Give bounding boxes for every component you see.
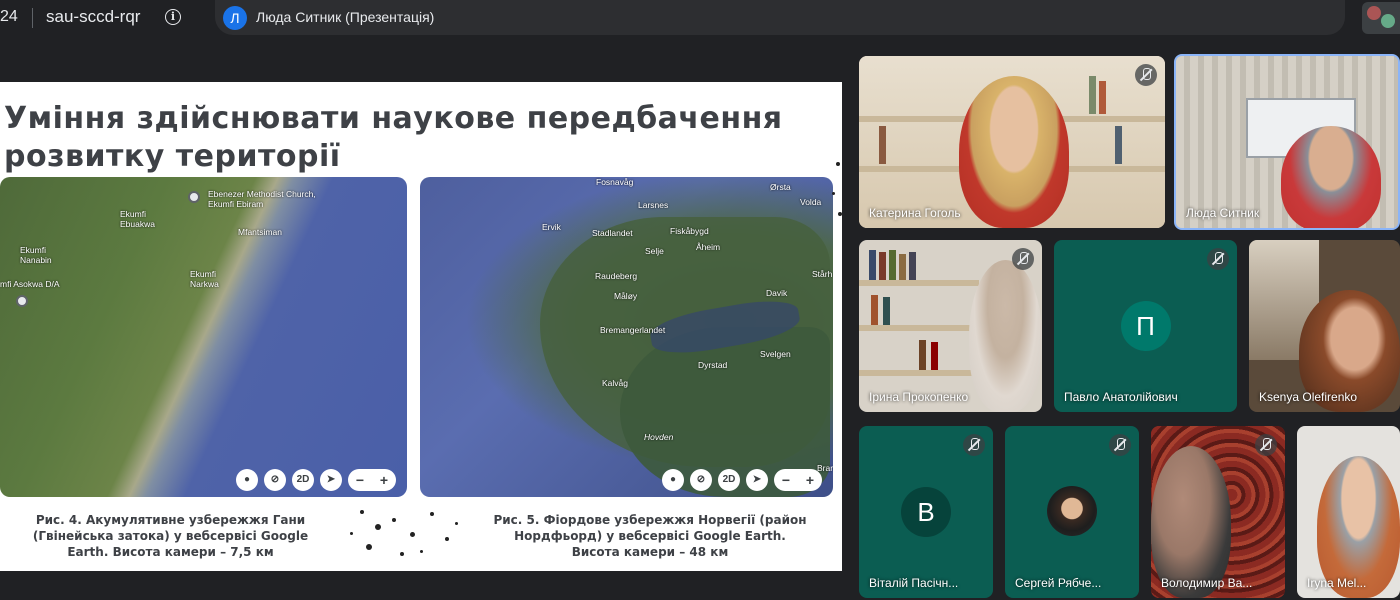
map-place-label: Fosnavåg: [596, 177, 634, 187]
map-place-label: Ervik: [542, 222, 561, 232]
place-pin-icon: [188, 191, 200, 203]
2d-toggle-button[interactable]: 2D: [292, 469, 314, 491]
participant-name: Володимир Ва...: [1161, 576, 1253, 590]
participant-tile[interactable]: Володимир Ва...: [1151, 426, 1285, 598]
map-place-label: Mfantsiman: [238, 227, 282, 237]
participant-tile[interactable]: Iryna Mel...: [1297, 426, 1400, 598]
meeting-code: sau-sccd-rqr: [46, 7, 141, 26]
compass-icon[interactable]: ➤: [746, 469, 768, 491]
participant-tile[interactable]: Сергей Рябче...: [1005, 426, 1139, 598]
presentation-slide: Уміння здійснювати наукове передбачення …: [0, 82, 842, 571]
avatar: П: [1120, 301, 1171, 351]
map-place-label: Stårh: [812, 269, 833, 279]
map-ghana-coast: Ebenezer Methodist Church, Ekumfi Ebiram…: [0, 177, 407, 497]
presenter-label: Люда Ситник (Презентація): [256, 9, 435, 25]
participant-name: Ірина Прокопенко: [869, 390, 969, 404]
top-bar: 24 sau-sccd-rqr i Л Люда Ситник (Презент…: [0, 0, 1400, 36]
avatar: [1381, 14, 1395, 28]
avatar: [1047, 486, 1097, 536]
map-place-label: Ekumfi Nanabin: [20, 245, 52, 265]
mic-off-icon: [1255, 434, 1277, 456]
mic-off-icon: [963, 434, 985, 456]
participant-name: Павло Анатолійович: [1064, 390, 1178, 404]
zoom-control[interactable]: − +: [348, 469, 396, 491]
map-place-label: Selje: [645, 246, 664, 256]
participant-tile[interactable]: Люда Ситник: [1174, 54, 1400, 230]
zoom-out-button[interactable]: −: [782, 472, 790, 488]
zoom-in-button[interactable]: +: [380, 472, 388, 488]
participant-tile[interactable]: П Павло Анатолійович: [1054, 240, 1237, 412]
mic-off-icon: [1012, 248, 1034, 270]
map-place-label: Hovden: [644, 432, 674, 442]
participant-name: Люда Ситник: [1186, 206, 1260, 220]
participant-tile[interactable]: Катерина Гоголь: [859, 56, 1165, 228]
map-controls: ● ⊘ 2D ➤ − +: [236, 469, 396, 491]
map-controls: ● ⊘ 2D ➤ − +: [662, 469, 822, 491]
participant-name: Катерина Гоголь: [869, 206, 961, 220]
mic-off-icon: [1109, 434, 1131, 456]
presenter-avatar: Л: [223, 6, 247, 30]
street-view-icon[interactable]: ●: [236, 469, 258, 491]
map-place-label: Volda: [800, 197, 822, 207]
mic-off-icon: [1135, 64, 1157, 86]
street-view-icon[interactable]: ●: [662, 469, 684, 491]
slide-title: Уміння здійснювати наукове передбачення …: [4, 101, 783, 174]
map-place-label: Ebenezer Methodist Church, Ekumfi Ebiram: [208, 189, 316, 209]
figure-caption-4: Рис. 4. Акумулятивне узбережжя Гани (Гві…: [32, 513, 309, 559]
map-place-label: Larsnes: [638, 200, 669, 210]
zoom-in-button[interactable]: +: [806, 472, 814, 488]
participant-tile[interactable]: Ірина Прокопенко: [859, 240, 1042, 412]
map-place-label: Ekumfi Narkwa: [190, 269, 219, 289]
map-place-label: Davik: [766, 288, 788, 298]
map-place-label: Raudeberg: [595, 271, 638, 281]
participant-avatars[interactable]: [1362, 2, 1400, 34]
mic-off-icon: [1207, 248, 1229, 270]
clock-time: 24: [0, 8, 18, 25]
participant-name: Ksenya Olefirenko: [1259, 390, 1358, 404]
divider: [32, 8, 33, 28]
participant-video: [1281, 126, 1381, 228]
map-place-label: Ekumfi Ebuakwa: [120, 209, 155, 229]
zoom-out-button[interactable]: −: [356, 472, 364, 488]
zoom-control[interactable]: − +: [774, 469, 822, 491]
presentation-banner[interactable]: Л Люда Ситник (Презентація): [215, 0, 1345, 35]
map-place-label: Åheim: [696, 242, 721, 252]
map-place-label: Stadlandet: [592, 228, 633, 238]
avatar: В: [901, 487, 951, 537]
participant-video: [959, 76, 1069, 228]
2d-toggle-button[interactable]: 2D: [718, 469, 740, 491]
map-place-label: Måløy: [614, 291, 638, 301]
map-place-label: mfi Asokwa D/A: [0, 279, 60, 289]
map-place-label: Svelgen: [760, 349, 791, 359]
map-norway-fjords: Fosnavåg Ørsta Larsnes Volda Ervik Stadl…: [420, 177, 833, 497]
figure-caption-5: Рис. 5. Фіордове узбережжя Норвегії (рай…: [493, 513, 807, 559]
map-place-label: Fiskåbygd: [670, 226, 709, 236]
info-icon[interactable]: i: [165, 9, 181, 25]
location-off-icon[interactable]: ⊘: [690, 469, 712, 491]
participant-tile[interactable]: В Віталій Пасічн...: [859, 426, 993, 598]
compass-icon[interactable]: ➤: [320, 469, 342, 491]
location-off-icon[interactable]: ⊘: [264, 469, 286, 491]
participant-name: Сергей Рябче...: [1015, 576, 1102, 590]
map-place-label: Bremangerlandet: [600, 325, 666, 335]
participant-video: [969, 260, 1042, 412]
avatar: [1367, 6, 1381, 20]
map-place-label: Dyrstad: [698, 360, 728, 370]
map-place-label: Ørsta: [770, 182, 791, 192]
participant-name: Віталій Пасічн...: [869, 576, 959, 590]
participant-name: Iryna Mel...: [1307, 576, 1367, 590]
map-place-label: Kalvåg: [602, 378, 628, 388]
place-pin-icon: [16, 295, 28, 307]
participant-tile[interactable]: Ksenya Olefirenko: [1249, 240, 1400, 412]
